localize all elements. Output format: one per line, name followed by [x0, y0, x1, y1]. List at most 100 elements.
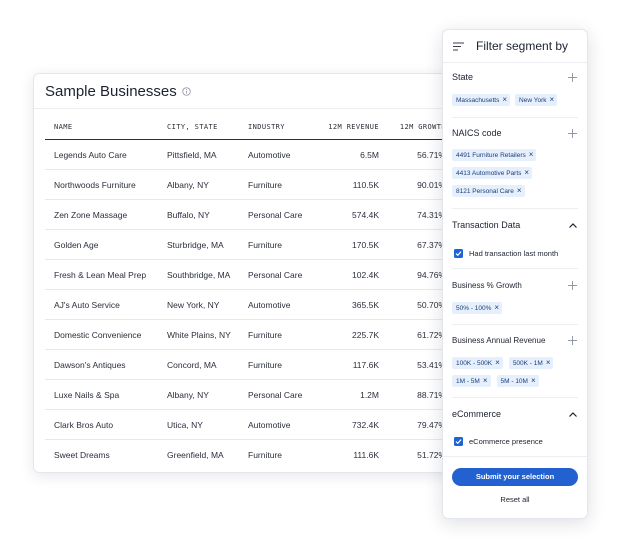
ecommerce-label: eCommerce [452, 409, 502, 419]
cell-growth: 51.72% [417, 449, 446, 460]
chip-state[interactable]: New York × [515, 94, 558, 106]
column-header-industry[interactable]: INDUSTRY [239, 114, 308, 140]
sample-businesses-card: Sample Businesses NAME CITY, STATE INDUS… [33, 73, 465, 473]
transaction-checkbox-row[interactable]: Had transaction last month [454, 247, 581, 259]
table-row[interactable]: Legends Auto Care Pittsfield, MA Automot… [45, 139, 446, 170]
plus-icon[interactable] [568, 335, 577, 345]
column-header-name[interactable]: NAME [45, 114, 158, 140]
state-label: State [452, 72, 474, 82]
table-row[interactable]: Sweet Dreams Greenfield, MA Furniture 11… [45, 440, 446, 470]
chip-label: 500K - 1M [512, 359, 543, 367]
close-icon[interactable]: × [483, 377, 488, 385]
table-row[interactable]: AJ's Auto Service New York, NY Automotiv… [45, 289, 446, 320]
chip-revenue[interactable]: 100K - 500K × [452, 357, 503, 369]
growth-section-header[interactable]: Business % Growth [452, 278, 577, 292]
table-row[interactable]: Fresh & Lean Meal Prep Southbridge, MA P… [45, 259, 446, 290]
plus-icon[interactable] [568, 280, 577, 290]
column-header-city[interactable]: CITY, STATE [158, 114, 239, 140]
plus-icon[interactable] [568, 128, 577, 138]
cell-city: Concord, MA [158, 349, 239, 380]
growth-chips: 50% - 100% × [452, 302, 581, 314]
cell-city: New York, NY [158, 289, 239, 320]
chip-state[interactable]: Massachusetts × [452, 94, 511, 106]
table-row[interactable]: Zen Zone Massage Buffalo, NY Personal Ca… [45, 199, 446, 230]
cell-growth: 88.71% [379, 379, 446, 410]
cell-growth: 79.47% [379, 409, 446, 440]
naics-section-header[interactable]: NAICS code [452, 126, 577, 140]
close-icon[interactable]: × [529, 151, 534, 159]
state-section-header[interactable]: State [452, 70, 577, 84]
cell-industry: Personal Care [239, 259, 308, 290]
chip-growth[interactable]: 50% - 100% × [452, 302, 503, 314]
transaction-checkbox[interactable] [454, 248, 463, 258]
close-icon[interactable]: × [495, 359, 500, 367]
filter-lines-icon [453, 42, 464, 50]
cell-revenue: 117.6K [308, 349, 379, 380]
cell-revenue: 732.4K [308, 409, 379, 440]
chip-naics[interactable]: 4491 Furniture Retailers × [452, 149, 537, 161]
section-divider [452, 324, 578, 325]
table-header-row: NAME CITY, STATE INDUSTRY 12M REVENUE 12… [45, 114, 446, 140]
column-header-growth[interactable]: 12M GROWTH [379, 114, 446, 140]
cell-name: Fresh & Lean Meal Prep [45, 259, 158, 290]
cell-revenue: 1.2M [308, 379, 379, 410]
ecommerce-checkbox-row[interactable]: eCommerce presence [454, 435, 581, 447]
cell-growth: 50.70% [379, 289, 446, 320]
close-icon[interactable]: × [494, 304, 499, 312]
section-divider [452, 397, 578, 398]
cell-city: Pittsfield, MA [158, 139, 239, 170]
close-icon[interactable]: × [546, 359, 551, 367]
chip-label: 8121 Personal Care [456, 187, 514, 195]
revenue-label: Business Annual Revenue [452, 335, 546, 345]
cell-name: Golden Age [45, 229, 158, 260]
card-title: Sample Businesses [45, 83, 177, 100]
chip-label: Massachusetts [456, 96, 500, 104]
naics-chips: 4491 Furniture Retailers × 4413 Automotiv… [452, 149, 581, 197]
cell-revenue: 110.5K [308, 169, 379, 200]
cell-industry: Automotive [239, 289, 308, 320]
chip-naics[interactable]: 8121 Personal Care × [452, 185, 525, 197]
cell-revenue: 574.4K [308, 199, 379, 230]
state-chips: Massachusetts × New York × [452, 94, 581, 106]
cell-growth: 74.31% [379, 199, 446, 230]
close-icon[interactable]: × [502, 96, 507, 104]
section-divider [452, 117, 578, 118]
ecommerce-checkbox[interactable] [454, 436, 463, 446]
cell-growth: 90.01% [379, 169, 446, 200]
table-row[interactable]: Dawson's Antiques Concord, MA Furniture … [45, 349, 446, 380]
close-icon[interactable]: × [517, 187, 522, 195]
close-icon[interactable]: × [531, 377, 536, 385]
chip-revenue[interactable]: 1M - 5M × [452, 375, 491, 387]
info-icon[interactable] [182, 87, 191, 96]
cell-industry: Furniture [248, 449, 283, 460]
cell-industry: Personal Care [239, 199, 308, 230]
transaction-section-header[interactable]: Transaction Data [452, 218, 577, 232]
table-row[interactable]: Domestic Convenience White Plains, NY Fu… [45, 319, 446, 350]
table-row[interactable]: Luxe Nails & Spa Albany, NY Personal Car… [45, 379, 446, 410]
cell-growth: 56.71% [379, 139, 446, 170]
plus-icon[interactable] [568, 72, 577, 82]
revenue-section-header[interactable]: Business Annual Revenue [452, 333, 577, 347]
close-icon[interactable]: × [524, 169, 529, 177]
card-title-wrap: Sample Businesses [45, 83, 191, 100]
section-divider [443, 456, 587, 457]
cell-city: Albany, NY [158, 379, 239, 410]
chevron-up-icon[interactable] [569, 222, 577, 228]
chip-naics[interactable]: 4413 Automotive Parts × [452, 167, 533, 179]
section-divider [452, 208, 578, 209]
cell-industry: Personal Care [239, 379, 308, 410]
chevron-up-icon[interactable] [569, 411, 577, 417]
cell-city: Utica, NY [158, 409, 239, 440]
ecommerce-section-header[interactable]: eCommerce [452, 407, 577, 421]
table-row[interactable]: Northwoods Furniture Albany, NY Furnitur… [45, 169, 446, 200]
close-icon[interactable]: × [550, 96, 555, 104]
chip-revenue[interactable]: 500K - 1M × [508, 357, 554, 369]
column-header-revenue[interactable]: 12M REVENUE [308, 114, 379, 140]
reset-all-button[interactable]: Reset all [443, 495, 587, 504]
chip-revenue[interactable]: 5M - 10M × [496, 375, 539, 387]
table-row[interactable]: Clark Bros Auto Utica, NY Automotive 732… [45, 409, 446, 440]
cell-city: Greenfield, MA [167, 449, 224, 460]
table-row[interactable]: Golden Age Sturbridge, MA Furniture 170.… [45, 229, 446, 260]
ecommerce-checkbox-label: eCommerce presence [469, 436, 543, 446]
submit-selection-button[interactable]: Submit your selection [452, 468, 578, 486]
